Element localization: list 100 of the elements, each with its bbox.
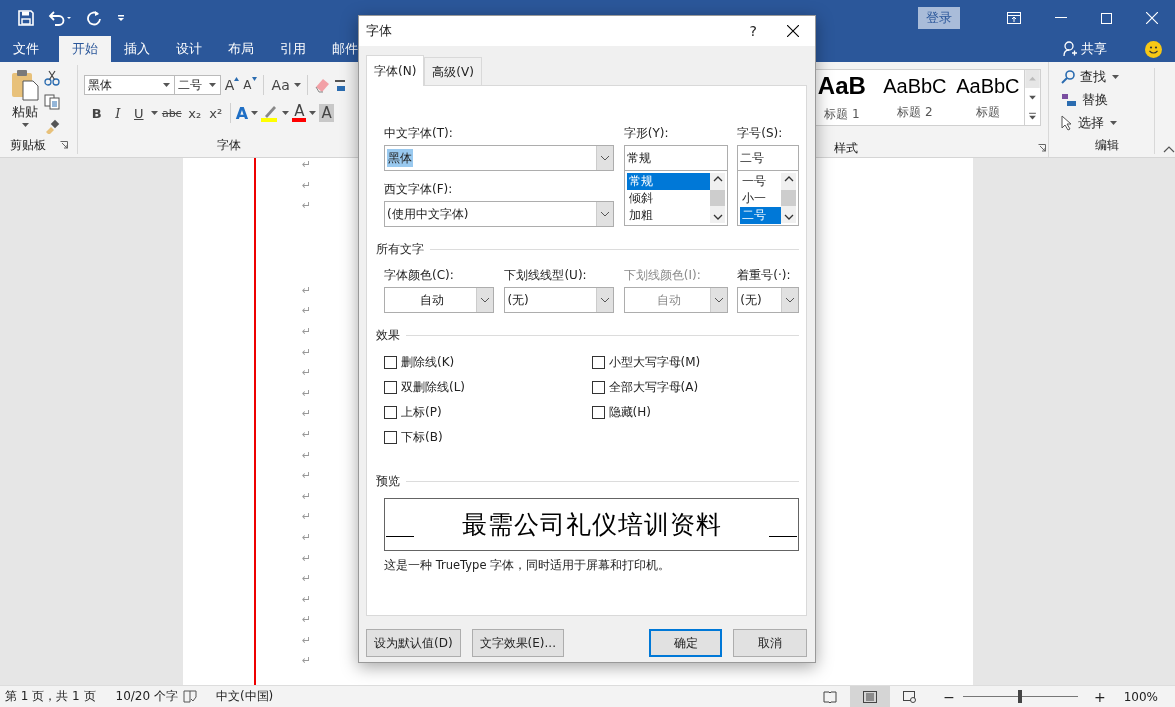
save-icon[interactable] xyxy=(18,10,34,26)
caret-icon[interactable] xyxy=(282,111,290,115)
strike-button[interactable]: abc xyxy=(160,106,183,120)
bold-button[interactable]: B xyxy=(87,105,106,121)
language-status[interactable]: 中文(中国) xyxy=(210,688,279,705)
style-item[interactable]: AaBbC 标题 2 xyxy=(878,70,952,125)
effect-checkbox[interactable]: 全部大写字母(A) xyxy=(591,378,799,396)
scrollbar[interactable] xyxy=(710,173,726,223)
cut-icon[interactable] xyxy=(44,70,60,86)
replace-icon[interactable] xyxy=(1060,93,1077,107)
text-field[interactable]: 二号 xyxy=(737,145,799,171)
ribbon-tab[interactable]: 开始 xyxy=(59,36,111,62)
scrollbar[interactable] xyxy=(781,173,796,223)
color-picker[interactable]: 自动 xyxy=(384,287,495,313)
change-case-button[interactable]: Aa xyxy=(271,77,290,93)
dialog-tab[interactable]: 字体(N) xyxy=(366,55,425,86)
subscript-button[interactable]: x₂ xyxy=(185,105,204,121)
chevron-down-icon[interactable] xyxy=(783,214,794,220)
caret-icon[interactable] xyxy=(162,83,170,87)
person-add-icon[interactable] xyxy=(1063,41,1077,57)
share-button[interactable]: 共享 xyxy=(1063,36,1107,62)
italic-button[interactable]: I xyxy=(108,105,127,121)
undo-icon[interactable] xyxy=(48,10,72,26)
list-option[interactable]: 小一 xyxy=(740,190,781,207)
sign-in-button[interactable]: 登录 xyxy=(918,7,960,29)
word-count[interactable]: 10/20 个字 xyxy=(110,688,183,705)
dropdown[interactable]: (无) xyxy=(504,287,614,313)
customize-icon[interactable] xyxy=(116,13,126,23)
book-icon[interactable] xyxy=(823,690,838,703)
redo-icon[interactable] xyxy=(86,10,102,26)
page-count[interactable]: 第 1 页，共 1 页 xyxy=(0,688,101,705)
dialog-button[interactable]: 设为默认值(D) xyxy=(366,629,461,657)
caret-icon[interactable] xyxy=(21,123,29,127)
list-option[interactable]: 二号 xyxy=(740,207,781,224)
web-page-icon[interactable] xyxy=(903,690,918,703)
caret-icon[interactable] xyxy=(150,111,158,115)
grow-font-button[interactable]: A xyxy=(224,77,235,93)
dialog-launcher-icon[interactable] xyxy=(60,141,68,149)
list-option[interactable]: 一号 xyxy=(740,173,781,190)
chevron-down-icon[interactable] xyxy=(599,155,610,161)
chevron-up-icon[interactable] xyxy=(783,176,794,182)
effect-checkbox[interactable]: 下标(B) xyxy=(384,428,592,446)
effect-checkbox[interactable]: 小型大写字母(M) xyxy=(591,353,799,371)
chevron-down-icon[interactable] xyxy=(714,297,725,303)
ribbon-tab[interactable]: 引用 xyxy=(267,36,319,62)
paste-button[interactable]: 粘贴 xyxy=(0,65,44,136)
font-size-field[interactable]: 二号 xyxy=(173,75,221,95)
dialog-launcher-icon[interactable] xyxy=(1038,144,1047,152)
effect-checkbox[interactable]: 删除线(K) xyxy=(384,353,592,371)
copy-icon[interactable] xyxy=(44,94,60,110)
list-box[interactable]: 常规 倾斜 加粗 xyxy=(623,171,729,226)
effect-checkbox[interactable]: 双删除线(L) xyxy=(384,378,592,396)
clipboard-icon[interactable] xyxy=(10,69,40,101)
list-option[interactable]: 倾斜 xyxy=(626,190,711,207)
chevron-down-icon[interactable] xyxy=(599,211,610,217)
find-button[interactable]: 查找 xyxy=(1060,68,1106,86)
effect-checkbox[interactable]: 上标(P) xyxy=(384,403,592,421)
format-painter-icon[interactable] xyxy=(44,118,60,134)
text-field[interactable]: 常规 xyxy=(623,145,729,171)
smiley-icon[interactable] xyxy=(1145,40,1162,58)
dropdown[interactable]: (无) xyxy=(737,287,799,313)
caret-icon[interactable] xyxy=(251,111,259,115)
caret-icon[interactable] xyxy=(293,83,301,87)
superscript-button[interactable]: x² xyxy=(206,105,225,121)
chevron-down-icon[interactable] xyxy=(480,297,491,303)
chevron-down-icon[interactable] xyxy=(712,214,723,220)
dialog-button[interactable]: 确定 xyxy=(649,629,722,657)
chevron-down-icon[interactable] xyxy=(785,297,795,303)
style-item[interactable]: AaBbC 标题 xyxy=(951,70,1025,125)
shrink-font-button[interactable]: A xyxy=(243,78,252,92)
help-button[interactable]: ? xyxy=(749,23,757,39)
caret-icon[interactable] xyxy=(309,111,317,115)
caret-icon[interactable] xyxy=(1111,75,1119,79)
chevron-up-icon[interactable] xyxy=(712,176,723,182)
font-combo[interactable]: (使用中文字体) xyxy=(384,201,614,227)
text-effect-button[interactable]: A xyxy=(235,103,249,123)
search-icon[interactable] xyxy=(1060,70,1075,84)
ribbon-tab[interactable]: 布局 xyxy=(215,36,267,62)
close-icon[interactable] xyxy=(787,25,799,37)
caret-icon[interactable] xyxy=(1109,121,1117,125)
dialog-button[interactable]: 取消 xyxy=(733,629,807,657)
caret-icon[interactable] xyxy=(208,83,216,87)
dialog-button[interactable]: 文字效果(E)... xyxy=(471,629,564,657)
minimize-icon[interactable] xyxy=(1055,17,1067,19)
font-color-button[interactable]: A xyxy=(292,104,307,122)
zoom-in-button[interactable]: + xyxy=(1088,688,1111,705)
ribbon-tab[interactable]: 文件 xyxy=(0,36,52,62)
chevron-down-icon[interactable] xyxy=(599,297,610,303)
style-item[interactable]: AaB 标题 1 xyxy=(805,70,879,125)
ribbon-display-icon[interactable] xyxy=(1007,12,1021,24)
proofing-icon[interactable] xyxy=(182,690,197,703)
maximize-icon[interactable] xyxy=(1101,12,1112,24)
ribbon-tab[interactable]: 设计 xyxy=(163,36,215,62)
highlighter-icon[interactable] xyxy=(261,104,280,122)
page-icon[interactable] xyxy=(863,690,878,703)
list-option[interactable]: 加粗 xyxy=(626,207,711,224)
underline-button[interactable]: U xyxy=(129,105,148,121)
print-view-button[interactable] xyxy=(850,686,891,707)
list-option[interactable]: 常规 xyxy=(626,173,711,190)
shading-button[interactable]: A xyxy=(319,104,334,122)
